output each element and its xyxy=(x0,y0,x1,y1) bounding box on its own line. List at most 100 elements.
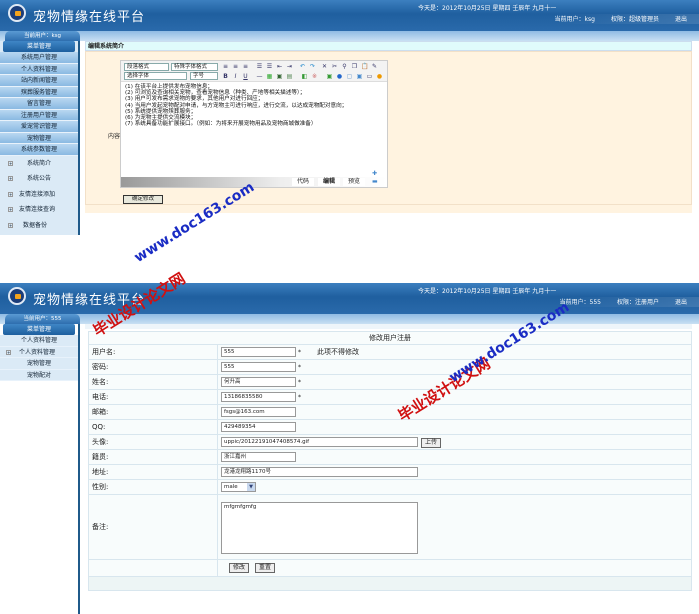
sidebar: 菜单管理 系统用户管理 个人资料管理 站内新闻管理 殡葬服务管理 留言管理 注册… xyxy=(0,41,80,235)
username-input[interactable]: 555 xyxy=(221,347,296,357)
confirm-button[interactable]: 确定修改 xyxy=(123,195,163,204)
edit-user-form: 修改用户注册 用户名: 555 * 此项不得修改 密码: 555 * 姓名: 何升高 * 电话… xyxy=(88,331,692,591)
bold-icon[interactable]: B xyxy=(222,73,229,80)
table-icon[interactable]: ▦ xyxy=(266,73,273,80)
role: 权限：注册用户 xyxy=(616,299,659,306)
sidebar-item[interactable]: 宠物管理 xyxy=(0,358,78,370)
link-icon[interactable]: ● xyxy=(336,73,343,80)
expand-icon: + xyxy=(6,349,11,355)
emoticon-icon[interactable]: ▣ xyxy=(326,73,333,80)
sidebar-item[interactable]: 个人资料管理 xyxy=(0,335,78,347)
required-mark: * xyxy=(298,364,301,371)
special-format-select[interactable]: 特殊字体格式 xyxy=(171,63,218,71)
password-input[interactable]: 555 xyxy=(221,362,296,372)
email-input[interactable]: fsgs@163.com xyxy=(221,407,296,417)
outdent-icon[interactable]: ⇤ xyxy=(276,63,283,70)
align-right-icon[interactable]: ≡ xyxy=(242,63,249,70)
anchor-icon[interactable]: ▢ xyxy=(346,73,353,80)
tab-code[interactable]: 代码 xyxy=(292,178,315,186)
image-icon[interactable]: ▣ xyxy=(276,73,283,80)
name-input[interactable]: 何升高 xyxy=(221,377,296,387)
logout-link[interactable]: 退出 xyxy=(675,297,687,307)
gender-select[interactable]: male ▼ xyxy=(221,482,256,492)
field-label: QQ: xyxy=(88,419,218,435)
sidebar-subitem[interactable]: + 友情连接添加 xyxy=(0,187,78,203)
rich-text-editor[interactable]: 段落格式 特殊字体格式 选择字体 字号 ≡ ≡ ≡ ☰ ☰ ⇤ ⇥ ↶ ↷ ✕ … xyxy=(120,60,388,188)
special-char-icon[interactable]: ※ xyxy=(311,73,318,80)
paste-icon[interactable]: 📋 xyxy=(361,63,368,70)
remark-textarea[interactable]: mfgmfgmfg xyxy=(221,501,418,554)
menu-header[interactable]: 菜单管理 xyxy=(3,41,75,52)
logout-link[interactable]: 退出 xyxy=(675,14,687,24)
editor-text[interactable]: (1) 在该平台上提供发布宠物信息； (2) 可浏览及查询相关宠物，查看宠物信息… xyxy=(121,82,387,129)
help-icon[interactable]: ● xyxy=(376,73,383,80)
flash-icon[interactable]: ◧ xyxy=(301,73,308,80)
sidebar-item[interactable]: 留言管理 xyxy=(0,98,78,110)
underline-icon[interactable]: U xyxy=(242,73,249,80)
sidebar-item[interactable]: 系统参数管理 xyxy=(0,144,78,156)
phone-input[interactable]: 13186835580 xyxy=(221,392,296,402)
sidebar-item[interactable]: 殡葬服务管理 xyxy=(0,86,78,98)
field-label: 备注: xyxy=(88,494,218,560)
copy-icon[interactable]: ❐ xyxy=(351,63,358,70)
delete-icon[interactable]: ✕ xyxy=(321,63,328,70)
address-input[interactable]: 龙港龙翔路1170号 xyxy=(221,467,418,477)
undo-icon[interactable]: ↶ xyxy=(299,63,306,70)
upload-button[interactable]: 上传 xyxy=(421,437,442,448)
menu-header[interactable]: 菜单管理 xyxy=(3,324,75,335)
sidebar-item[interactable]: 系统用户管理 xyxy=(0,52,78,64)
main-content: 编辑系统简介 内容 段落格式 特殊字体格式 选择字体 字号 ≡ ≡ ≡ ☰ ☰ … xyxy=(85,41,692,213)
readonly-note: 此项不得修改 xyxy=(317,348,359,356)
ordered-list-icon[interactable]: ☰ xyxy=(256,63,263,70)
sidebar-subitem-label: 友情连接添加 xyxy=(19,190,56,198)
paste-special-icon[interactable]: ✎ xyxy=(371,63,378,70)
sidebar-item[interactable]: 个人资料管理 xyxy=(0,63,78,75)
expand-icon[interactable]: ✚ ▬ xyxy=(367,170,387,186)
sidebar-item[interactable]: 站内新闻管理 xyxy=(0,75,78,87)
cut-icon[interactable]: ✂ xyxy=(331,63,338,70)
modify-button[interactable]: 修改 xyxy=(229,563,250,573)
expand-icon: + xyxy=(8,176,13,181)
redo-icon[interactable]: ↷ xyxy=(309,63,316,70)
qq-input[interactable]: 429489354 xyxy=(221,422,296,432)
header: 宠物情缘在线平台 今天是：2012年10月25日 星期四 壬辰年 九月十一 当前… xyxy=(0,283,699,314)
tab-edit[interactable]: 编辑 xyxy=(318,178,341,186)
avatar-input[interactable]: uppic/20122191047408574.gif xyxy=(221,436,418,447)
editor-line: (4) 当用户发起宠物配对申请，与方宠物主可进行响应，进行交流，以达成宠物配对意… xyxy=(125,102,348,109)
indent-icon[interactable]: ⇥ xyxy=(286,63,293,70)
paragraph-format-select[interactable]: 段落格式 xyxy=(124,63,169,71)
sidebar-item[interactable]: 爱宠常识管理 xyxy=(0,121,78,133)
sidebar-subitem[interactable]: + 系统公告 xyxy=(0,171,78,187)
media-icon[interactable]: ▤ xyxy=(286,73,293,80)
align-left-icon[interactable]: ≡ xyxy=(222,63,229,70)
hometown-input[interactable]: 浙江嘉州 xyxy=(221,452,296,462)
sidebar-subitem[interactable]: + 友情连接查询 xyxy=(0,202,78,218)
reset-button[interactable]: 重置 xyxy=(255,563,276,573)
preview-icon[interactable]: ▣ xyxy=(356,73,363,80)
sidebar-item[interactable]: 注册用户管理 xyxy=(0,109,78,121)
fullscreen-icon[interactable]: ▭ xyxy=(366,73,373,80)
editor-line: (7) 系统具备功能扩展接口。（例如：为将来开展宠物用品及宠物商城做准备） xyxy=(125,121,317,128)
field-label: 邮箱: xyxy=(88,404,218,420)
expand-icon: + xyxy=(8,191,13,197)
field-label: 密码: xyxy=(88,359,218,375)
date-text: 今天是：2012年10月25日 星期四 壬辰年 九月十一 xyxy=(418,5,557,12)
admin-screenshot: 宠物情缘在线平台 今天是：2012年10月25日 星期四 壬辰年 九月十一 当前… xyxy=(0,0,699,240)
font-select[interactable]: 选择字体 xyxy=(124,72,187,80)
align-center-icon[interactable]: ≡ xyxy=(232,63,239,70)
size-select[interactable]: 字号 xyxy=(190,72,218,80)
horizontal-rule-icon[interactable]: — xyxy=(256,73,263,80)
find-icon[interactable]: ⚲ xyxy=(341,63,348,70)
sidebar-item[interactable]: 宠物配对 xyxy=(0,369,78,381)
content-top xyxy=(85,324,692,329)
sidebar-item[interactable]: + 个人资料管理 xyxy=(0,346,78,358)
required-mark: * xyxy=(298,349,301,356)
sidebar-subitem[interactable]: + 数据备份 xyxy=(0,218,78,234)
current-user: 当前用户：ksg xyxy=(554,16,595,23)
sidebar-item[interactable]: 宠物管理 xyxy=(0,132,78,144)
expand-icon: + xyxy=(8,160,13,166)
unordered-list-icon[interactable]: ☰ xyxy=(266,63,273,70)
tab-preview[interactable]: 预览 xyxy=(343,178,366,186)
italic-icon[interactable]: I xyxy=(232,73,239,80)
sidebar-subitem[interactable]: + 系统简介 xyxy=(0,156,78,172)
